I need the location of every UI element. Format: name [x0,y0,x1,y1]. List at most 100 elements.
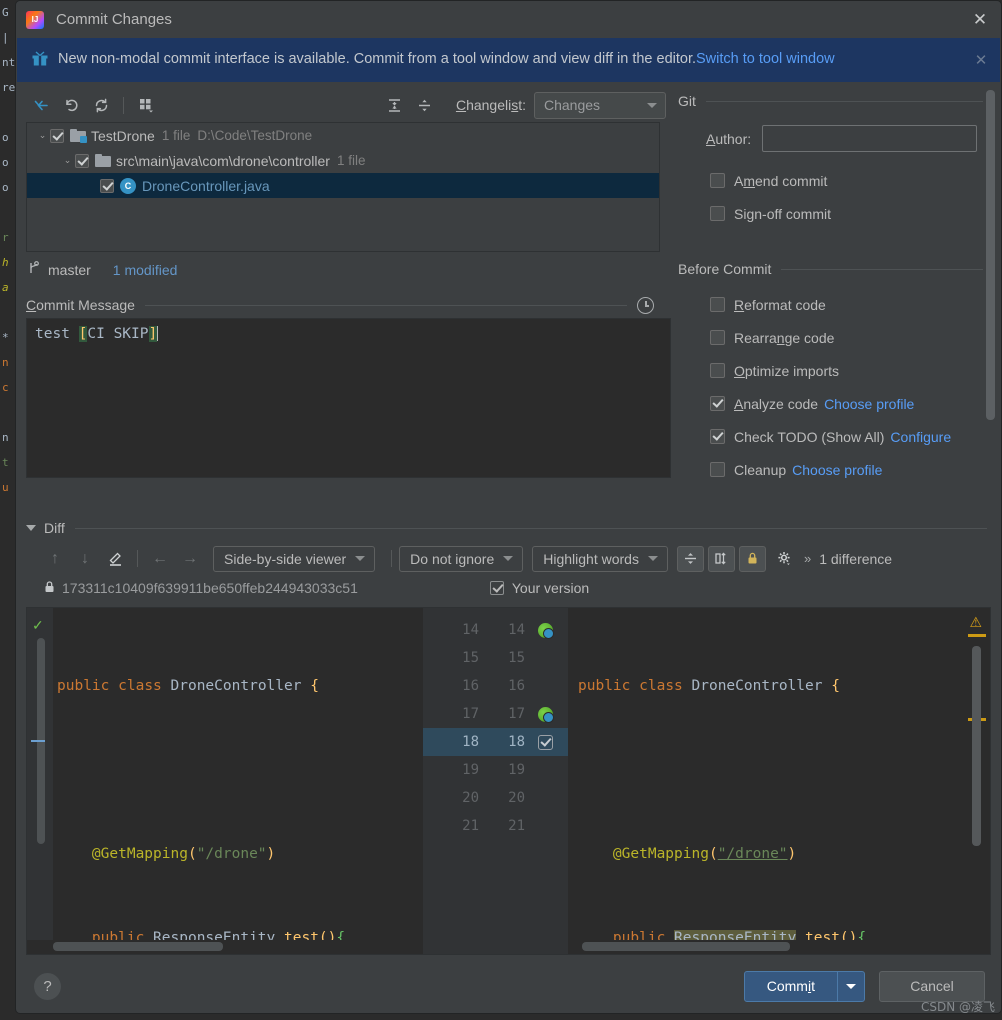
author-input[interactable] [762,125,977,152]
banner-close-icon[interactable]: ✕ [970,51,992,69]
options-scrollbar[interactable] [986,90,995,480]
arrow-right-icon[interactable]: → [175,546,205,572]
commit-button[interactable]: Comm i t [743,970,865,1002]
check-todo-checkbox[interactable] [710,429,725,444]
commit-message-bracket-close: ] [148,326,158,342]
collapse-to-selection-icon[interactable] [26,91,56,119]
tree-row[interactable]: ⌄ TestDrone 1 file D:\Code\TestDrone [27,123,659,148]
toolbar-divider [391,550,393,567]
green-ball-icon[interactable] [525,622,559,639]
line-number-left: 16 [462,678,479,694]
tree-row[interactable]: C DroneController.java [27,173,659,198]
arrow-down-icon[interactable]: ↓ [70,546,100,572]
cancel-button[interactable]: Cancel [879,970,985,1002]
sign-off-commit-option[interactable]: Sign-off commit [678,197,1001,230]
chevrons-right-icon[interactable]: » [804,551,811,566]
tree-item-count: 1 file [161,128,191,143]
expand-all-icon[interactable] [380,91,410,119]
diff-section-title: Diff [44,520,65,536]
help-button[interactable]: ? [34,972,61,1000]
your-version-checkbox[interactable] [489,581,504,595]
optimize-imports-option[interactable]: Optimize imports [678,354,1001,387]
line-number-row: 18 18 [423,728,568,756]
highlight-mode-select[interactable]: Highlight words [532,545,668,572]
clock-history-icon[interactable] [637,296,654,314]
dialog-footer: ? Comm i t Cancel [16,955,1001,1017]
tree-checkbox[interactable] [100,178,114,193]
rollback-icon[interactable] [56,91,86,119]
rearrange-code-checkbox[interactable] [710,330,725,345]
amend-commit-option[interactable]: Amend commit [678,164,1001,197]
chevron-down-icon[interactable]: ⌄ [35,130,50,141]
code-line: @GetMapping("/drone") [91,846,276,862]
tree-checkbox[interactable] [50,128,64,143]
cleanup-checkbox[interactable] [710,462,725,477]
line-number-right: 21 [508,818,525,834]
chevron-down-icon[interactable]: ⌄ [60,155,75,166]
check-todo-configure-link[interactable]: Configure [890,429,951,445]
changelist-select[interactable]: Changes [534,91,666,119]
sign-off-commit-checkbox[interactable] [710,206,725,221]
analyze-code-checkbox[interactable] [710,396,725,411]
cleanup-choose-profile-link[interactable]: Choose profile [792,462,882,478]
tree-row[interactable]: ⌄ src\main\java\com\drone\controller 1 f… [27,148,659,173]
tree-item-label: src\main\java\com\drone\controller [116,152,330,169]
check-todo-option[interactable]: Check TODO (Show All) Configure [678,420,1001,453]
viewer-mode-select[interactable]: Side-by-side viewer [213,545,376,572]
lock-icon[interactable] [738,545,766,572]
analyze-code-option[interactable]: Analyze code Choose profile [678,387,1001,420]
line-number-right: 18 [508,734,525,750]
collapse-unchanged-icon[interactable] [676,545,704,572]
diff-right-pane[interactable]: ⚠ public class DroneController { @GetMap… [568,608,990,954]
reformat-code-option[interactable]: Reformat code [678,288,1001,321]
close-icon[interactable]: ✕ [965,7,995,33]
pencil-icon[interactable] [100,546,130,572]
left-pane-hscrollbar-thumb[interactable] [53,942,223,951]
analyze-choose-profile-link[interactable]: Choose profile [824,396,914,412]
right-pane-hscrollbar[interactable] [568,940,990,954]
whitespace-mode-select[interactable]: Do not ignore [399,545,524,572]
group-by-icon[interactable] [131,91,161,119]
line-number-right: 16 [508,678,525,694]
arrow-left-icon[interactable]: ← [145,546,175,572]
diff-left-pane[interactable]: ✓ public class DroneController { @GetMap… [27,608,423,954]
java-class-icon: C [120,177,136,194]
green-ball-icon[interactable] [525,706,559,723]
accept-all-changes-icon[interactable]: ✓ [32,617,44,634]
left-pane-hscrollbar[interactable] [27,940,423,954]
folder-icon [95,154,111,167]
tree-item-label: TestDrone [91,127,155,144]
reformat-code-checkbox[interactable] [710,297,725,312]
options-scrollbar-thumb[interactable] [986,90,995,420]
collapse-all-icon[interactable] [410,91,440,119]
switch-to-tool-window-link[interactable]: Switch to tool window [696,51,835,67]
sign-off-commit-label: Sign-off commit [734,205,832,222]
chevron-down-icon[interactable] [26,525,36,531]
changes-file-tree[interactable]: ⌄ TestDrone 1 file D:\Code\TestDrone ⌄ s… [26,122,660,252]
diff-line-number-gutter: 14 14 15 15 16 16 17 17 18 18 19 19 20 2… [423,608,568,954]
cleanup-option[interactable]: Cleanup Choose profile [678,453,1001,486]
modified-count-link[interactable]: 1 modified [113,262,178,278]
tree-checkbox[interactable] [75,153,89,168]
right-code-content: public class DroneController { @GetMappi… [568,608,990,954]
commit-message-input[interactable]: test [CI SKIP] [26,318,671,478]
warning-icon[interactable]: ⚠ [969,614,982,631]
diff-toolbar: ↑ ↓ ← → Side-by-side viewer Do not ignor… [16,542,1001,575]
chevron-down-icon[interactable] [838,972,864,1001]
commit-options-column: Git Author: Amend commit Sign-off commit [666,82,1001,510]
arrow-up-icon[interactable]: ↑ [40,546,70,572]
optimize-imports-checkbox[interactable] [710,363,725,378]
rearrange-code-option[interactable]: Rearrange code [678,321,1001,354]
compare-side-icon[interactable] [707,545,735,572]
gear-icon[interactable] [770,546,800,572]
branch-status-row: master 1 modified [26,252,666,282]
right-pane-hscrollbar-thumb[interactable] [582,942,790,951]
section-divider [781,268,983,270]
accept-change-checkbox-icon[interactable] [525,734,559,750]
refresh-icon[interactable] [86,91,116,119]
author-row: Author: [678,125,1001,152]
amend-commit-checkbox[interactable] [710,173,725,188]
line-number-right: 14 [508,622,525,638]
check-todo-label: Check TODO (Show All) [734,428,885,445]
